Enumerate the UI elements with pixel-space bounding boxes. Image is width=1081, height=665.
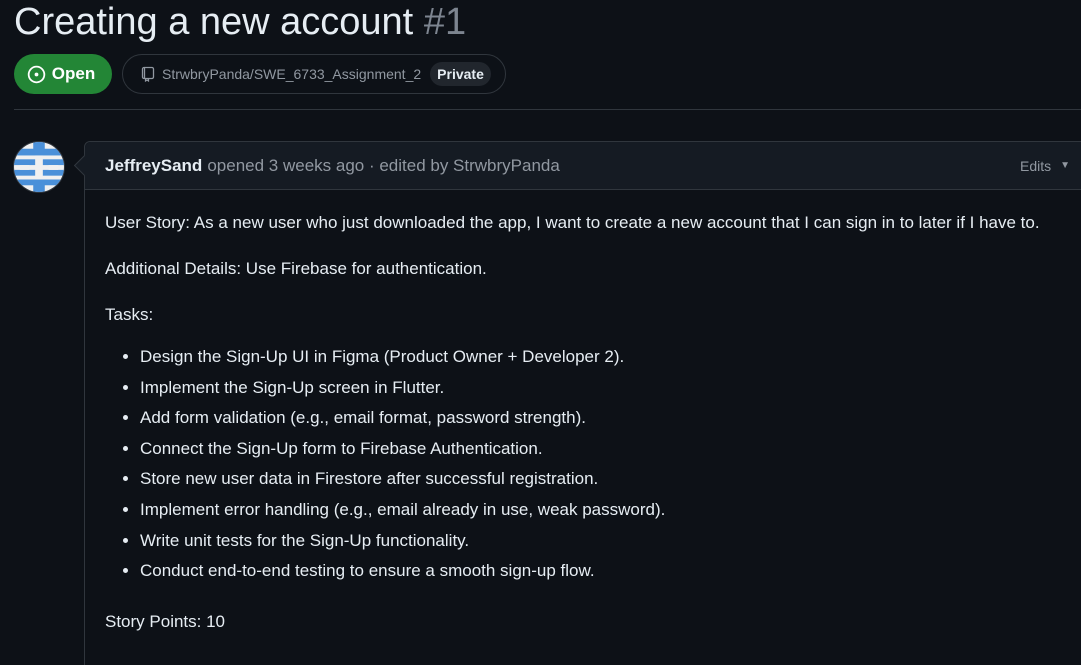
list-item: Implement the Sign-Up screen in Flutter. [140,373,1081,404]
identicon-avatar [14,142,64,192]
repo-icon [141,66,155,82]
tasks-heading: Tasks: [105,305,154,324]
issue-state-label: Open [51,64,96,83]
issue-title-row: Creating a new account #1 [14,0,466,46]
user-story: User Story: As a new user who just downl… [105,213,1040,232]
issue-comment: JeffreySand opened 3 weeks ago · edited … [84,141,1081,665]
list-item: Write unit tests for the Sign-Up functio… [140,526,1081,557]
task-list: Design the Sign-Up UI in Figma (Product … [105,342,1081,587]
list-item: Store new user data in Firestore after s… [140,464,1081,495]
story-points: Story Points: 10 [105,611,226,631]
issue-page: Creating a new account #1 Open StrwbryPa… [0,0,1081,665]
list-item: Implement error handling (e.g., email al… [140,495,1081,526]
additional-details: Additional Details: Use Firebase for aut… [105,259,487,278]
issue-number: #1 [423,1,467,43]
avatar[interactable] [13,141,65,193]
comment-meta: opened 3 weeks ago · edited by StrwbryPa… [207,155,560,175]
comment-author[interactable]: JeffreySand [105,156,202,176]
comment-header: JeffreySand opened 3 weeks ago · edited … [85,142,1081,190]
private-badge: Private [430,62,491,86]
comment-body: User Story: As a new user who just downl… [85,190,1081,633]
repository-link[interactable]: StrwbryPanda/SWE_6733_Assignment_2 Priva… [122,54,506,94]
list-item: Conduct end-to-end testing to ensure a s… [140,556,1081,587]
list-item: Connect the Sign-Up form to Firebase Aut… [140,434,1081,465]
edits-label: Edits [1020,157,1052,174]
list-item: Design the Sign-Up UI in Figma (Product … [140,342,1081,373]
caret-down-icon: ▼ [1060,160,1071,171]
edits-dropdown[interactable]: Edits ▼ [1020,142,1070,189]
issue-state-badge: Open [14,54,112,94]
list-item: Add form validation (e.g., email format,… [140,403,1081,434]
issue-title: Creating a new account [14,1,414,43]
issue-opened-icon [27,65,45,83]
header-divider [14,109,1081,110]
repository-name: StrwbryPanda/SWE_6733_Assignment_2 [162,66,422,82]
